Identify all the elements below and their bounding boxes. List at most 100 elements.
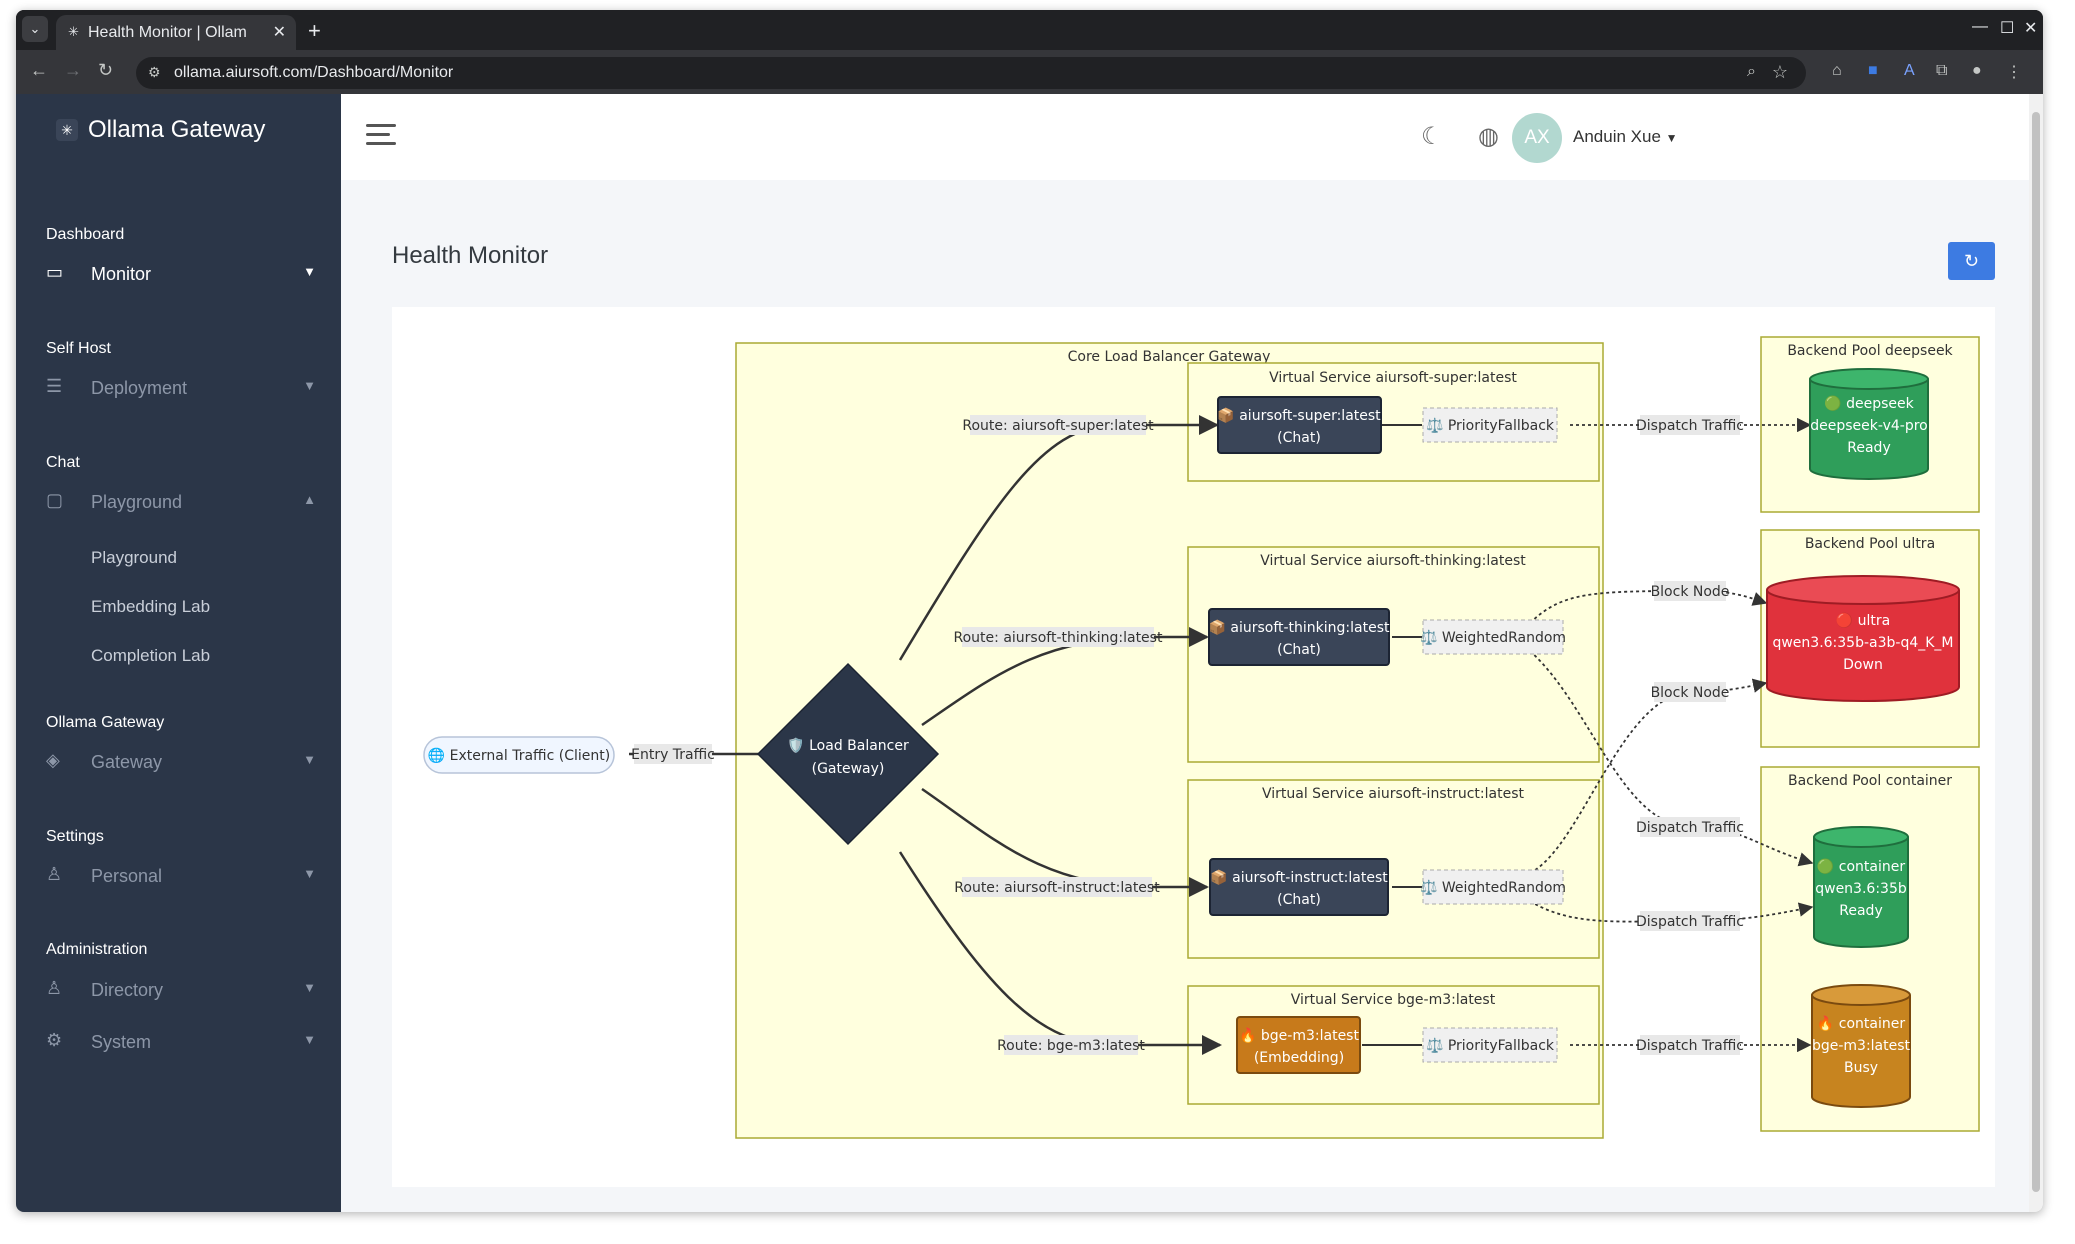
user-name: Anduin Xue	[1573, 127, 1661, 146]
brand-name: Ollama Gateway	[88, 116, 266, 143]
chevron-down-icon: ▼	[1665, 131, 1678, 145]
dispatch-bge-label: Dispatch Traffic	[1636, 1038, 1744, 1054]
gear-icon: ⚙	[46, 1030, 63, 1050]
subitem-completion-lab[interactable]: Completion Lab	[91, 646, 210, 666]
model-instruct-label-2: (Chat)	[1277, 892, 1321, 908]
node-c2-label-3: Busy	[1844, 1060, 1878, 1076]
entry-label: Entry Traffic	[631, 747, 715, 763]
pool-container-title: Backend Pool container	[1788, 773, 1952, 789]
browser-window: ⌄ ✳ Health Monitor | Ollam ✕ + — ☐ ✕ ← →…	[16, 10, 2043, 1212]
tab-close-icon[interactable]: ✕	[273, 22, 286, 42]
strategy-super-label: ⚖️ PriorityFallback	[1426, 417, 1555, 434]
node-deepseek-label-2: deepseek-v4-pro	[1810, 418, 1927, 434]
chevron-down-icon: ▼	[303, 980, 316, 995]
browser-menu-icon[interactable]: ⋮	[2006, 62, 2022, 82]
sidebar-item-label: Monitor	[91, 264, 152, 284]
route-super-label: Route: aiursoft-super:latest	[962, 418, 1154, 434]
node-ultra-label-2: qwen3.6:35b-a3b-q4_K_M	[1772, 635, 1953, 651]
user-menu[interactable]: Anduin Xue ▼	[1573, 127, 1678, 147]
avatar[interactable]: AX	[1512, 113, 1562, 163]
minimize-icon[interactable]: —	[1972, 18, 1988, 36]
node-deepseek-label-1: 🟢 deepseek	[1824, 395, 1914, 412]
dispatch-thinking-label: Dispatch Traffic	[1636, 820, 1744, 836]
lb-label-1: 🛡️ Load Balancer	[787, 737, 909, 754]
model-instruct-label-1: 📦 aiursoft-instruct:latest	[1210, 869, 1388, 886]
strategy-instruct-label: ⚖️ WeightedRandom	[1420, 879, 1566, 896]
chevron-down-icon: ▼	[303, 378, 316, 393]
vs-thinking-title: Virtual Service aiursoft-thinking:latest	[1260, 553, 1526, 569]
strategy-thinking-label: ⚖️ WeightedRandom	[1420, 629, 1566, 646]
node-c1-label-3: Ready	[1839, 903, 1882, 919]
brand[interactable]: ✳ Ollama Gateway	[56, 116, 265, 144]
sidebar-item-directory[interactable]: ♙ Directory ▼	[46, 976, 316, 1006]
chevron-down-icon: ▼	[303, 1032, 316, 1047]
top-header: ☾ ◍ AX Anduin Xue ▼	[341, 94, 2043, 180]
extensions-puzzle-icon[interactable]: ⧉	[1936, 62, 1947, 80]
new-tab-button[interactable]: +	[308, 18, 321, 44]
profile-icon[interactable]: ●	[1972, 62, 1982, 80]
globe-icon[interactable]: ◍	[1478, 122, 1499, 151]
site-info-icon[interactable]: ⚙	[148, 64, 161, 81]
brand-logo-icon: ✳	[56, 119, 78, 141]
chevron-up-icon: ▲	[303, 492, 316, 507]
tab-search-button[interactable]: ⌄	[22, 16, 48, 42]
address-bar[interactable]: ⚙ ollama.aiursoft.com/Dashboard/Monitor …	[136, 57, 1806, 89]
close-window-icon[interactable]: ✕	[2024, 18, 2037, 38]
tab-favicon-icon: ✳	[68, 24, 79, 39]
subitem-embedding-lab[interactable]: Embedding Lab	[91, 597, 210, 617]
sidebar-item-deployment[interactable]: ☰ Deployment ▼	[46, 374, 316, 404]
sidebar-item-label: Playground	[91, 492, 183, 512]
vs-bge-title: Virtual Service bge-m3:latest	[1291, 992, 1496, 1008]
extension-icon[interactable]: ⌂	[1832, 62, 1842, 80]
node-c1-label-2: qwen3.6:35b	[1815, 881, 1907, 897]
hamburger-menu-icon[interactable]	[366, 124, 396, 151]
back-icon[interactable]: ←	[30, 60, 48, 81]
model-super-label-2: (Chat)	[1277, 430, 1321, 446]
translate-icon[interactable]: A	[1904, 62, 1915, 80]
page-scrollbar[interactable]	[2029, 94, 2043, 1212]
dispatch-deepseek-label: Dispatch Traffic	[1636, 418, 1744, 434]
section-administration: Administration	[46, 941, 148, 958]
sidebar-item-label: System	[91, 1032, 152, 1052]
maximize-icon[interactable]: ☐	[2000, 18, 2014, 38]
block-instruct-label: Block Node	[1651, 685, 1730, 701]
vs-instruct-title: Virtual Service aiursoft-instruct:latest	[1262, 786, 1525, 802]
forward-icon[interactable]: →	[64, 60, 82, 81]
section-self-host: Self Host	[46, 340, 111, 357]
page: ✳ Ollama Gateway Dashboard ▭ Monitor ▼ Se…	[16, 94, 2043, 1212]
strategy-bge-label: ⚖️ PriorityFallback	[1426, 1037, 1555, 1054]
chat-icon: ▢	[46, 490, 64, 510]
sidebar-item-playground[interactable]: ▢ Playground ▲	[46, 488, 316, 518]
pool-deepseek-title: Backend Pool deepseek	[1787, 343, 1953, 359]
model-super-label-1: 📦 aiursoft-super:latest	[1217, 407, 1381, 424]
reload-icon[interactable]: ↻	[98, 60, 113, 81]
block-thinking-label: Block Node	[1651, 584, 1730, 600]
scrollbar-thumb[interactable]	[2032, 112, 2040, 1192]
route-thinking-label: Route: aiursoft-thinking:latest	[954, 630, 1163, 646]
browser-tab[interactable]: ✳ Health Monitor | Ollam ✕	[56, 15, 296, 50]
subitem-playground[interactable]: Playground	[91, 548, 177, 568]
browser-toolbar: ← → ↻ ⚙ ollama.aiursoft.com/Dashboard/Mo…	[16, 50, 2043, 94]
pool-ultra-title: Backend Pool ultra	[1805, 536, 1935, 552]
node-ultra-label-1: 🔴 ultra	[1836, 612, 1890, 629]
route-bge-label: Route: bge-m3:latest	[997, 1038, 1145, 1054]
zoom-icon[interactable]: ⌕	[1747, 63, 1756, 81]
section-settings: Settings	[46, 828, 104, 845]
chevron-down-icon: ▼	[303, 752, 316, 767]
moon-icon[interactable]: ☾	[1421, 122, 1443, 151]
sidebar-item-system[interactable]: ⚙ System ▼	[46, 1028, 316, 1058]
layers-icon: ◈	[46, 750, 60, 770]
server-icon: ☰	[46, 376, 63, 396]
bookmark-star-icon[interactable]: ☆	[1772, 62, 1788, 83]
vs-super-title: Virtual Service aiursoft-super:latest	[1269, 370, 1517, 386]
sidebar-item-label: Directory	[91, 980, 164, 1000]
sidebar-item-gateway[interactable]: ◈ Gateway ▼	[46, 748, 316, 778]
chevron-down-icon: ▼	[303, 866, 316, 881]
node-c1-label-1: 🟢 container	[1817, 858, 1905, 875]
lb-label-2: (Gateway)	[812, 761, 885, 777]
sidebar-item-monitor[interactable]: ▭ Monitor ▼	[46, 260, 316, 290]
bitwarden-icon[interactable]: ■	[1868, 62, 1878, 80]
sidebar-item-personal[interactable]: ♙ Personal ▼	[46, 862, 316, 892]
model-bge-label-1: 🔥 bge-m3:latest	[1239, 1027, 1359, 1044]
refresh-button[interactable]: ↻	[1948, 242, 1995, 280]
